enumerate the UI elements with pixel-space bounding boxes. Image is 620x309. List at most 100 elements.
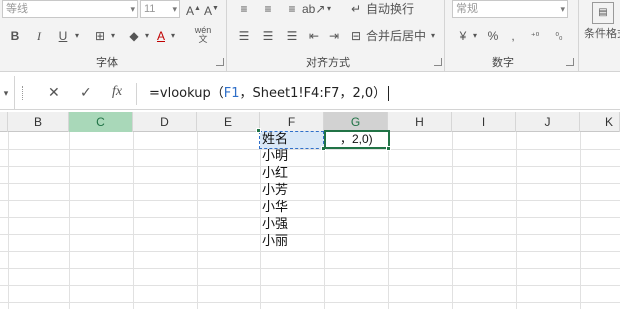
column-gridline [580, 132, 581, 309]
cell-F6[interactable]: 小强 [260, 216, 324, 234]
reference-highlight [259, 131, 324, 149]
chevron-down-icon[interactable]: ▾ [168, 28, 178, 44]
column-header-E[interactable]: E [197, 112, 260, 132]
chevron-down-icon: ▾ [130, 4, 135, 14]
column-gridline [8, 132, 9, 309]
underline-button[interactable]: U [56, 28, 70, 44]
wrap-text-button[interactable]: 自动换行 [366, 1, 414, 17]
column-gridline [197, 132, 198, 309]
fill-color-icon[interactable]: ◆ [126, 28, 142, 44]
fill-handle[interactable] [386, 146, 391, 151]
conditional-format-icon[interactable]: ▤ [592, 2, 614, 24]
column-header-K[interactable]: K [580, 112, 620, 132]
align-middle-icon[interactable]: ≡ [260, 1, 276, 17]
number-dialog-launcher[interactable] [566, 58, 574, 66]
column-header-B[interactable]: B [8, 112, 69, 132]
align-center-icon[interactable]: ☰ [260, 28, 276, 44]
cell-F7[interactable]: 小丽 [260, 233, 324, 251]
align-left-icon[interactable]: ☰ [236, 28, 252, 44]
cancel-button[interactable]: ✕ [48, 84, 60, 101]
number-format-value: 常规 [456, 3, 478, 15]
range-handle[interactable] [256, 128, 261, 133]
group-divider [578, 0, 579, 72]
chevron-down-icon[interactable]: ▾ [108, 28, 118, 44]
column-gridline [388, 132, 389, 309]
increase-decimal-icon[interactable]: ⁺⁰ [526, 28, 544, 44]
font-name-combo[interactable]: 等线 ▾ [2, 0, 138, 18]
cell-F4[interactable]: 小芳 [260, 182, 324, 200]
orientation-icon[interactable]: ab↗ [302, 1, 325, 17]
ribbon: 等线 ▾ 11 ▾ A▲ A▼ B I U ▾ ⊞ ▾ ◆ ▾ A ▾ wén 文… [0, 0, 620, 72]
alignment-dialog-launcher[interactable] [434, 58, 442, 66]
column-header-J[interactable]: J [516, 112, 580, 132]
row-gridline [0, 268, 620, 269]
bold-button[interactable]: B [8, 28, 22, 44]
font-group-label: 字体 [96, 57, 118, 69]
formula-separator: ， [239, 86, 253, 101]
column-gridline [133, 132, 134, 309]
comma-style-icon[interactable]: , [506, 28, 520, 44]
phonetic-label: wén [194, 25, 212, 35]
cell-F5[interactable]: 小华 [260, 199, 324, 217]
row-gridline [0, 302, 620, 303]
decrease-decimal-icon[interactable]: ⁰₀ [550, 28, 568, 44]
column-gridline [516, 132, 517, 309]
font-dialog-launcher[interactable] [216, 58, 224, 66]
column-header-row: B C D E F G H I J K [0, 112, 620, 132]
align-top-icon[interactable]: ≡ [236, 1, 252, 17]
cell-F3[interactable]: 小红 [260, 165, 324, 183]
column-header-D[interactable]: D [133, 112, 197, 132]
group-divider [444, 0, 445, 72]
column-header-F[interactable]: F [260, 112, 324, 132]
font-color-button[interactable]: A [154, 28, 168, 44]
namebox-dropdown-icon[interactable]: ▾ [0, 85, 12, 101]
font-size-combo[interactable]: 11 ▾ [140, 0, 180, 18]
formula-text-end: ，2,0） [339, 86, 387, 101]
chevron-down-icon[interactable]: ▾ [470, 28, 480, 44]
number-group-label: 数字 [492, 57, 514, 69]
chevron-down-icon[interactable]: ▾ [428, 28, 438, 44]
phonetic-button[interactable]: wén 文 [190, 26, 216, 44]
insert-function-button[interactable]: fx [112, 84, 122, 100]
percent-icon[interactable]: % [486, 28, 500, 44]
shrink-font-icon[interactable]: A▼ [204, 1, 219, 19]
column-gridline [69, 132, 70, 309]
corner-select-all[interactable] [0, 112, 8, 132]
italic-button[interactable]: I [32, 28, 46, 44]
conditional-format-button[interactable]: 条件格式 [584, 26, 620, 42]
column-header-H[interactable]: H [388, 112, 452, 132]
row-gridline [0, 285, 620, 286]
merge-icon[interactable]: ⊟ [348, 28, 364, 44]
number-format-combo[interactable]: 常规 ▾ [452, 0, 568, 18]
active-cell-text: ，2,0) [340, 132, 373, 146]
align-right-icon[interactable]: ☰ [284, 28, 300, 44]
namebox-divider [14, 76, 15, 110]
text-caret [388, 86, 390, 101]
chevron-down-icon[interactable]: ▾ [324, 1, 334, 17]
chevron-down-icon: ▾ [172, 4, 177, 14]
formula-input[interactable]: =vlookup（F1，Sheet1!F4:F7，2,0） [136, 83, 620, 105]
align-bottom-icon[interactable]: ≡ [284, 1, 300, 17]
active-cell-G1[interactable]: ，2,0) [324, 130, 390, 149]
grow-font-icon[interactable]: A▲ [186, 1, 201, 19]
cell-F2[interactable]: 小明 [260, 148, 324, 166]
chevron-down-icon[interactable]: ▾ [142, 28, 152, 44]
enter-button[interactable]: ✓ [80, 84, 92, 101]
increase-indent-icon[interactable]: ⇥ [326, 28, 342, 44]
formula-text: =vlookup（ [149, 86, 224, 101]
currency-icon[interactable]: ¥ [456, 28, 470, 44]
grip-handle[interactable] [22, 86, 26, 100]
decrease-indent-icon[interactable]: ⇤ [306, 28, 322, 44]
chevron-down-icon[interactable]: ▾ [72, 28, 82, 44]
alignment-group-label: 对齐方式 [306, 57, 350, 69]
column-header-C[interactable]: C [69, 112, 133, 132]
row-gridline [0, 251, 620, 252]
column-header-G[interactable]: G [324, 112, 388, 132]
merge-center-button[interactable]: 合并后居中 [366, 28, 426, 44]
wrap-text-icon[interactable]: ↵ [348, 1, 364, 17]
borders-icon[interactable]: ⊞ [92, 28, 108, 44]
formula-bar: ▾ ✕ ✓ fx =vlookup（F1，Sheet1!F4:F7，2,0） [0, 76, 620, 110]
formula-ref-1: F1 [223, 86, 240, 101]
worksheet-grid[interactable]: B C D E F G H I J K 姓名 小明 小红 小芳 小华 小强 小丽… [0, 112, 620, 309]
column-header-I[interactable]: I [452, 112, 516, 132]
